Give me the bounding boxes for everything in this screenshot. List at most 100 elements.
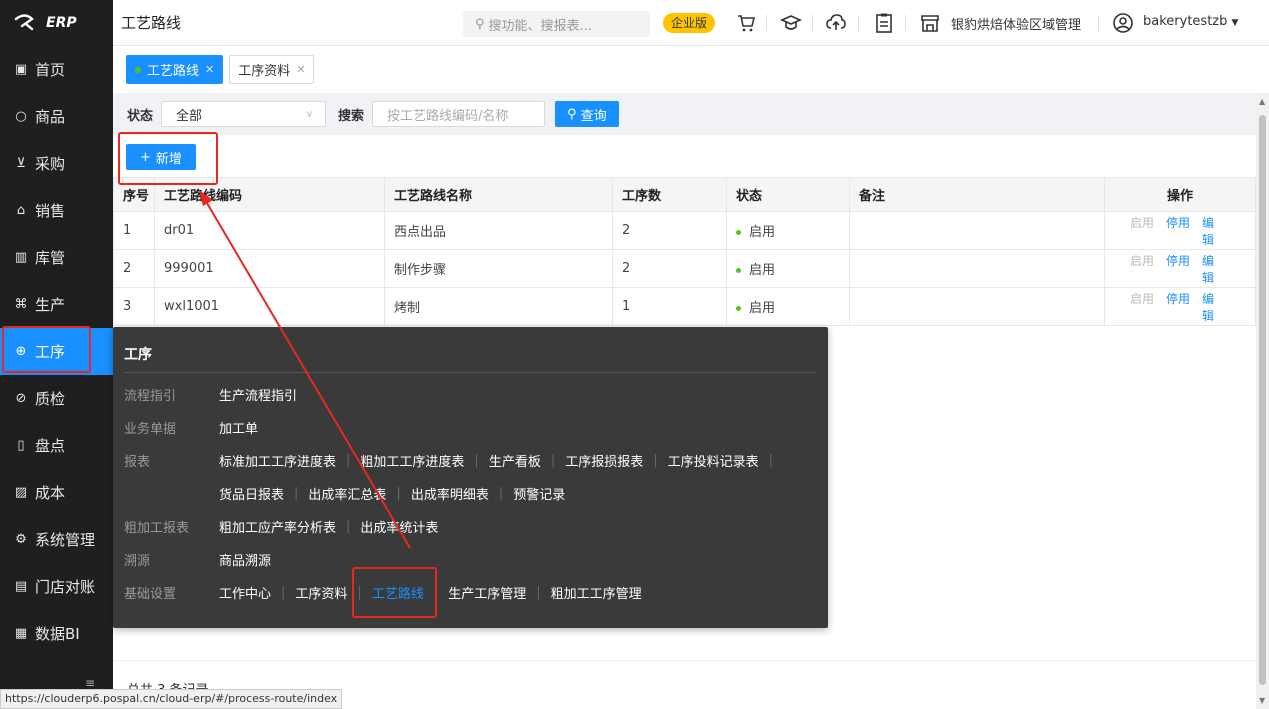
query-button-label: 查询 — [580, 108, 607, 124]
edit-link[interactable]: 编辑 — [1202, 216, 1214, 247]
status-select[interactable]: 全部 ∨ — [161, 101, 327, 127]
status-dot — [736, 268, 741, 273]
sidebar-item-9[interactable]: ▨ 成本 — [0, 469, 113, 516]
popup-link[interactable]: 生产流程指引 — [219, 385, 297, 404]
divider — [1098, 15, 1099, 31]
cell-count: 2 — [612, 211, 727, 250]
tab-process-route[interactable]: 工艺路线 ✕ — [126, 55, 224, 84]
graduation-cap-icon[interactable] — [780, 12, 802, 34]
divider — [812, 15, 813, 31]
enable-link[interactable]: 启用 — [1130, 292, 1154, 306]
enable-link[interactable]: 启用 — [1130, 254, 1154, 268]
disable-link[interactable]: 停用 — [1166, 216, 1190, 230]
search-placeholder: 搜功能、搜报表... — [488, 18, 592, 34]
edit-link[interactable]: 编辑 — [1202, 292, 1214, 323]
user-avatar-icon[interactable] — [1112, 12, 1134, 34]
popup-link[interactable]: 工序报损报表 — [565, 451, 643, 470]
popup-link[interactable]: 粗加工工序管理 — [551, 583, 642, 602]
cell-count: 2 — [612, 249, 727, 288]
popup-link[interactable]: 生产工序管理 — [448, 583, 526, 602]
popup-link[interactable]: 出成率统计表 — [360, 517, 438, 536]
store-name[interactable]: 银豹烘焙体验区域管理 — [951, 14, 1081, 33]
cell-status: 启用 — [726, 249, 850, 288]
disable-link[interactable]: 停用 — [1166, 254, 1190, 268]
menu-collapse-icon[interactable]: ≡ — [85, 676, 95, 690]
column-header: 工艺路线名称 — [384, 177, 613, 212]
popup-category: 流程指引 — [124, 389, 177, 404]
sidebar-item-3[interactable]: ⌂ 销售 — [0, 187, 113, 234]
clipboard-icon[interactable] — [873, 12, 895, 34]
link-separator: | — [346, 453, 351, 468]
popup-link[interactable]: 工作中心 — [219, 583, 271, 602]
scroll-down-icon[interactable]: ▼ — [1259, 696, 1265, 705]
global-search-input[interactable]: ⚲ 搜功能、搜报表... — [463, 11, 650, 37]
popup-link[interactable]: 出成率汇总表 — [308, 484, 386, 503]
popup-link[interactable]: 预警记录 — [513, 484, 565, 503]
route-search-input[interactable]: 按工艺路线编码/名称 — [372, 101, 546, 127]
sidebar-item-12[interactable]: ▦ 数据BI — [0, 610, 113, 657]
add-button-label: 新增 — [155, 151, 182, 167]
cloud-upload-icon[interactable] — [825, 12, 847, 34]
cell-status: 启用 — [726, 287, 850, 326]
popup-link[interactable]: 标准加工工序进度表 — [219, 451, 336, 470]
popup-link[interactable]: 出成率明细表 — [411, 484, 489, 503]
table-row: 2 999001 制作步骤 2 启用 启用 停用 编辑 — [113, 249, 1256, 288]
popup-link[interactable]: 加工单 — [219, 418, 258, 437]
link-separator: | — [396, 486, 401, 501]
cell-name: 西点出品 — [384, 211, 613, 250]
sidebar-item-5[interactable]: ⌘ 生产 — [0, 281, 113, 328]
sidebar-item-10[interactable]: ⚙ 系统管理 — [0, 516, 113, 563]
bi-icon: ▦ — [14, 626, 28, 641]
page-title: 工艺路线 — [121, 14, 182, 32]
scroll-up-icon[interactable]: ▲ — [1259, 97, 1265, 106]
column-header: 状态 — [726, 177, 850, 212]
popup-link[interactable]: 商品溯源 — [219, 550, 271, 569]
link-separator: | — [281, 585, 286, 600]
scrollbar[interactable]: ▲ ▼ — [1256, 93, 1269, 709]
close-icon[interactable]: ✕ — [205, 63, 214, 76]
edition-badge[interactable]: 企业版 — [663, 13, 716, 33]
scrollbar-thumb[interactable] — [1259, 115, 1266, 685]
tab-label: 工艺路线 — [147, 64, 200, 79]
add-button[interactable]: + 新增 — [126, 144, 196, 170]
query-button[interactable]: ⚲ 查询 — [555, 101, 619, 127]
store-icon[interactable] — [919, 12, 941, 34]
popup-link[interactable]: 工艺路线 — [372, 583, 424, 602]
popup-link[interactable]: 工序投料记录表 — [668, 451, 759, 470]
cell-note — [849, 211, 1105, 250]
link-separator: | — [768, 453, 774, 468]
disable-link[interactable]: 停用 — [1166, 292, 1190, 306]
logo[interactable]: ERP — [0, 0, 113, 46]
popup-title: 工序 — [124, 347, 152, 363]
status-dot — [736, 306, 741, 311]
sidebar-item-label: 成本 — [35, 484, 66, 502]
popup-row: 业务单据 加工单 — [124, 418, 258, 437]
inventory-icon: ▯ — [17, 438, 25, 453]
sidebar-item-0[interactable]: ▣ 首页 — [0, 46, 113, 93]
top-bar: 工艺路线 ⚲ 搜功能、搜报表... 企业版 银豹烘焙体验区域管理 bakeryt… — [113, 0, 1269, 46]
user-name[interactable]: bakerytestzb ▼ — [1143, 14, 1238, 29]
popup-link[interactable]: 粗加工工序进度表 — [360, 451, 464, 470]
tab-process-info[interactable]: 工序资料 ✕ — [229, 55, 315, 84]
sidebar-item-label: 商品 — [35, 108, 66, 126]
sidebar-item-4[interactable]: ▥ 库管 — [0, 234, 113, 281]
popup-link[interactable]: 生产看板 — [489, 451, 541, 470]
link-separator: | — [474, 453, 479, 468]
sidebar-item-1[interactable]: ○ 商品 — [0, 93, 113, 140]
sidebar-item-11[interactable]: ▤ 门店对账 — [0, 563, 113, 610]
cart-icon[interactable] — [735, 12, 757, 34]
close-icon[interactable]: ✕ — [296, 63, 305, 76]
popup-link[interactable]: 货品日报表 — [219, 484, 284, 503]
popup-link[interactable]: 粗加工应产率分析表 — [219, 517, 336, 536]
popup-link[interactable]: 工序资料 — [295, 583, 347, 602]
circle-icon: ○ — [15, 109, 27, 124]
divider — [905, 15, 906, 31]
sidebar-item-7[interactable]: ⊘ 质检 — [0, 375, 113, 422]
sidebar-item-6[interactable]: ⊕ 工序 — [0, 328, 113, 375]
sidebar-item-2[interactable]: ⊻ 采购 — [0, 140, 113, 187]
enable-link[interactable]: 启用 — [1130, 216, 1154, 230]
sidebar-item-8[interactable]: ▯ 盘点 — [0, 422, 113, 469]
edit-link[interactable]: 编辑 — [1202, 254, 1214, 285]
route-search-placeholder: 按工艺路线编码/名称 — [387, 108, 509, 124]
cell-name: 烤制 — [384, 287, 613, 326]
